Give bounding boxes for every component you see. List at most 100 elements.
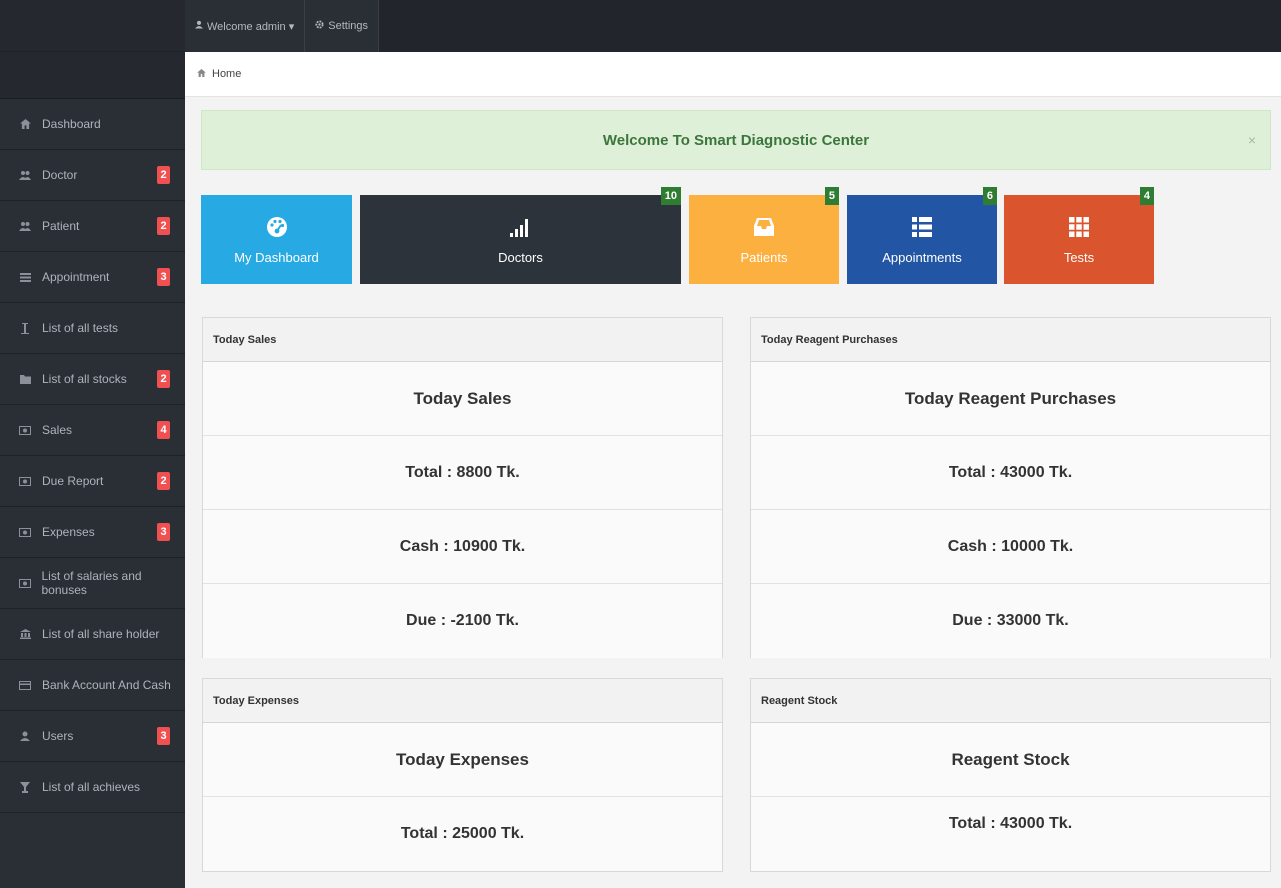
tile-doctors[interactable]: Doctors 10 [360, 187, 681, 284]
sidebar-item-label: Appointment [42, 270, 110, 284]
tile-label: My Dashboard [234, 250, 319, 265]
sidebar-item-expenses[interactable]: Expenses 3 [0, 507, 185, 558]
breadcrumb: Home [185, 52, 1281, 97]
panel-today-reagent-purchases: Today Reagent Purchases Today Reagent Pu… [750, 317, 1271, 658]
count-badge: 2 [157, 166, 170, 184]
tile-label: Doctors [498, 250, 543, 265]
panel-row-total: Total : 43000 Tk. [751, 797, 1270, 871]
tile-label: Tests [1063, 250, 1095, 265]
gear-icon [315, 20, 324, 32]
panel-row-total: Total : 43000 Tk. [751, 436, 1270, 510]
sidebar-item-achieves[interactable]: List of all achieves [0, 762, 185, 813]
dashboard-icon [266, 214, 288, 240]
panel-row-due: Due : 33000 Tk. [751, 584, 1270, 658]
users-icon [18, 221, 32, 231]
sidebar-item-tests[interactable]: List of all tests [0, 303, 185, 354]
sidebar-item-salaries[interactable]: List of salaries and bonuses [0, 558, 185, 609]
sidebar-item-label: Due Report [42, 474, 104, 488]
user-icon [195, 20, 203, 32]
money-icon [18, 578, 32, 588]
beaker-icon [18, 322, 32, 334]
panel-header: Reagent Stock [751, 679, 1270, 723]
welcome-alert: Welcome To Smart Diagnostic Center × [201, 110, 1271, 170]
panel-row-title: Today Reagent Purchases [751, 362, 1270, 436]
sidebar-item-label: List of all achieves [42, 780, 141, 794]
sidebar-item-label: Users [42, 729, 74, 743]
grid-icon [1069, 214, 1089, 240]
panel-today-sales: Today Sales Today Sales Total : 8800 Tk.… [202, 317, 723, 658]
settings-label: Settings [328, 20, 368, 32]
breadcrumb-home-link[interactable]: Home [212, 68, 241, 80]
list-icon [18, 272, 32, 282]
panel-today-expenses: Today Expenses Today Expenses Total : 25… [202, 678, 723, 872]
welcome-label: Welcome admin ▾ [207, 20, 295, 33]
panel-reagent-stock: Reagent Stock Reagent Stock Total : 4300… [750, 678, 1271, 872]
panel-row-cash: Cash : 10000 Tk. [751, 510, 1270, 584]
panel-row-title: Today Expenses [203, 723, 722, 797]
sidebar-item-users[interactable]: Users 3 [0, 711, 185, 762]
money-icon [18, 527, 32, 537]
count-badge: 4 [157, 421, 170, 439]
tile-count-badge: 6 [982, 187, 997, 205]
count-badge: 2 [157, 217, 170, 235]
tile-appointments[interactable]: Appointments 6 [847, 187, 997, 284]
sidebar-spacer [0, 52, 185, 99]
sidebar-item-stocks[interactable]: List of all stocks 2 [0, 354, 185, 405]
panel-row-cash: Cash : 10900 Tk. [203, 510, 722, 584]
sidebar-item-label: Bank Account And Cash [42, 678, 171, 692]
count-badge: 2 [157, 370, 170, 388]
panel-header: Today Sales [203, 318, 722, 362]
sidebar-item-dashboard[interactable]: Dashboard [0, 99, 185, 150]
sidebar-item-share-holder[interactable]: List of all share holder [0, 609, 185, 660]
sidebar-item-label: List of all stocks [42, 372, 127, 386]
sidebar-item-label: Expenses [42, 525, 95, 539]
inbox-icon [754, 214, 774, 240]
count-badge: 2 [157, 472, 170, 490]
sidebar-item-patient[interactable]: Patient 2 [0, 201, 185, 252]
tile-tests[interactable]: Tests 4 [1004, 187, 1154, 284]
th-list-icon [912, 214, 932, 240]
sidebar-item-label: Doctor [42, 168, 78, 182]
tile-count-badge: 5 [824, 187, 839, 205]
sidebar-item-label: List of all share holder [42, 627, 160, 641]
sidebar-item-label: List of salaries and bonuses [41, 569, 142, 597]
panel-row-total: Total : 8800 Tk. [203, 436, 722, 510]
money-icon [18, 425, 32, 435]
count-badge: 3 [157, 268, 170, 286]
sidebar-item-label: Patient [42, 219, 80, 233]
panel-header: Today Expenses [203, 679, 722, 723]
alert-text: Welcome To Smart Diagnostic Center [602, 131, 870, 149]
users-icon [18, 170, 32, 180]
sidebar-item-doctor[interactable]: Doctor 2 [0, 150, 185, 201]
trophy-icon [18, 781, 32, 793]
welcome-menu[interactable]: Welcome admin ▾ [185, 0, 306, 52]
sidebar-item-label: Sales [42, 423, 73, 437]
folder-icon [18, 374, 32, 384]
settings-menu[interactable]: Settings [305, 0, 379, 52]
sidebar-brand [0, 0, 185, 52]
sidebar-item-label: Dashboard [42, 117, 101, 131]
close-icon[interactable]: × [1248, 132, 1256, 148]
panel-header: Today Reagent Purchases [751, 318, 1270, 362]
sidebar-item-sales[interactable]: Sales 4 [0, 405, 185, 456]
home-icon [18, 119, 32, 129]
sidebar-item-bank-account[interactable]: Bank Account And Cash [0, 660, 185, 711]
tile-label: Appointments [882, 250, 962, 265]
topbar: Welcome admin ▾ Settings [185, 0, 1281, 52]
sidebar-item-appointment[interactable]: Appointment 3 [0, 252, 185, 303]
count-badge: 3 [157, 727, 170, 745]
money-icon [18, 476, 32, 486]
bank-icon [18, 629, 32, 639]
sidebar-item-due-report[interactable]: Due Report 2 [0, 456, 185, 507]
panel-row-due: Due : -2100 Tk. [203, 584, 722, 658]
panel-row-total: Total : 25000 Tk. [203, 797, 722, 871]
signal-bars-icon [509, 214, 532, 240]
panel-row-title: Today Sales [203, 362, 722, 436]
tile-count-badge: 4 [1139, 187, 1154, 205]
panel-row-title: Reagent Stock [751, 723, 1270, 797]
tile-patients[interactable]: Patients 5 [689, 187, 839, 284]
user-icon [18, 731, 32, 741]
tile-count-badge: 10 [660, 187, 681, 205]
tile-my-dashboard[interactable]: My Dashboard [201, 195, 352, 284]
home-icon [197, 68, 206, 80]
